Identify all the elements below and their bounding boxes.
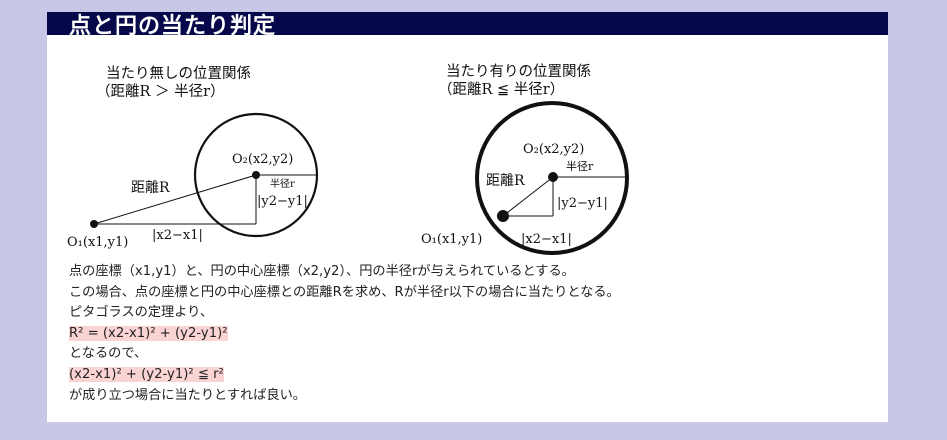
right-label-dy: |y2−y1| [557,196,608,211]
left-label-o2: O₂(x2,y2) [232,152,293,167]
desc-line-3: ピタゴラスの定理より、 [69,305,214,321]
right-point-dot [497,210,509,222]
desc-line-2: この場合、点の座標と円の中心座標との距離Rを求め、Rが半径r以下の場合に当たりと… [69,284,620,300]
left-label-distance: 距離R [131,179,170,196]
formula-distance: R² = (x2-x1)² + (y2-y1)² [69,325,228,341]
right-caption-line1: 当たり有りの位置関係 [446,63,591,80]
left-caption-line1: 当たり無しの位置関係 [106,65,251,82]
desc-line-1: 点の座標（x1,y1）と、円の中心座標（x2,y2）、円の半径rが与えられている… [69,264,575,279]
left-label-dx: |x2−x1| [152,228,203,243]
right-label-o2: O₂(x2,y2) [523,142,584,157]
right-caption-line2: （距離R ≦ 半径r） [438,80,564,98]
desc-line-4: となるので、 [69,346,148,362]
right-label-o1: O₁(x1,y1) [421,232,482,247]
left-point-dot [90,220,98,228]
right-label-distance: 距離R [486,172,525,189]
left-caption-line2: （距離R ＞ 半径r） [96,82,225,100]
left-distance-line [93,174,257,225]
description: 点の座標（x1,y1）と、円の中心座標（x2,y2）、円の半径rが与えられている… [69,262,869,406]
right-label-radius: 半径r [566,159,594,173]
left-label-dy: |y2−y1| [257,194,308,209]
right-center-dot [548,172,558,182]
diagram-no-hit: 当たり無しの位置関係 （距離R ＞ 半径r） O₂(x2,y2) 半径r 距離R… [67,65,319,250]
left-center-dot [252,171,260,179]
formula-condition: (x2-x1)² + (y2-y1)² ≦ r² [69,366,224,382]
left-label-radius: 半径r [270,177,295,190]
right-label-dx: |x2−x1| [521,232,572,247]
desc-line-5: が成り立つ場合に当たりとすれば良い。 [69,387,306,403]
diagram-hit: 当たり有りの位置関係 （距離R ≦ 半径r） O₂(x2,y2) 半径r 距離R… [421,63,629,255]
left-label-o1: O₁(x1,y1) [67,235,128,250]
